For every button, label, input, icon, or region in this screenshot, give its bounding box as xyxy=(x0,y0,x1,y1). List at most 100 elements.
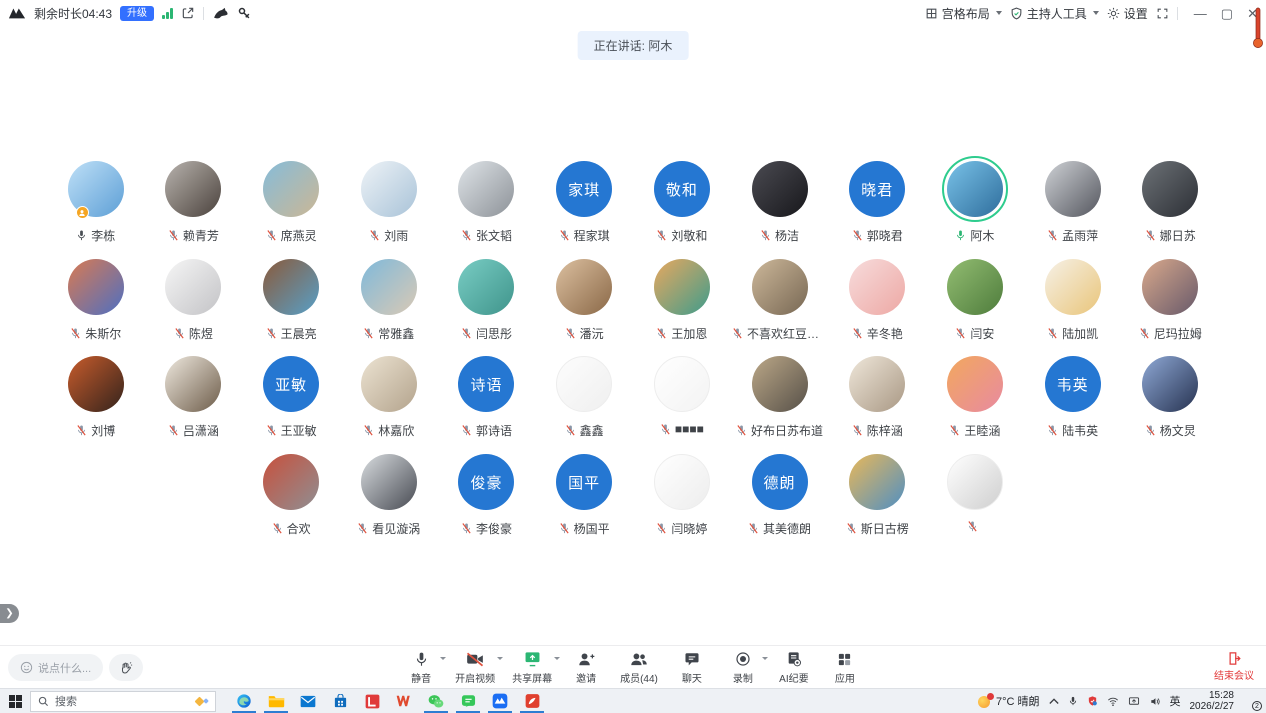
participant-tile[interactable]: 尼玛拉姆 xyxy=(1121,259,1219,357)
host-tools-menu[interactable]: 主持人工具 xyxy=(1010,5,1099,22)
chevron-down-icon[interactable] xyxy=(497,657,503,660)
tray-security-icon[interactable] xyxy=(1087,695,1098,707)
participant-tile[interactable]: 李栋 xyxy=(47,161,145,259)
toolbar-screen-share-button[interactable]: 共享屏幕 xyxy=(512,650,552,685)
chevron-down-icon[interactable] xyxy=(440,657,446,660)
participant-row: 李栋赖青芳席燕灵刘雨张文韬家琪程家琪敬和刘敬和杨洁晓君郭晓君阿木孟雨萍娜日苏 xyxy=(0,161,1266,259)
maximize-button[interactable]: ▢ xyxy=(1221,7,1233,20)
participant-tile[interactable]: 闫晓婷 xyxy=(633,454,731,552)
taskbar-app-wps[interactable] xyxy=(388,689,420,713)
keys-icon[interactable] xyxy=(237,6,252,21)
start-button[interactable] xyxy=(0,689,30,713)
mascot-icon[interactable] xyxy=(212,6,229,21)
fullscreen-icon[interactable] xyxy=(1156,7,1169,20)
participant-tile[interactable]: 席燕灵 xyxy=(242,161,340,259)
participant-tile[interactable]: 杨文炅 xyxy=(1121,356,1219,454)
layout-selector[interactable]: 宫格布局 xyxy=(925,5,1002,22)
participant-tile[interactable]: 晓君郭晓君 xyxy=(828,161,926,259)
chevron-down-icon[interactable] xyxy=(762,657,768,660)
toolbar-mic-button[interactable]: 静音 xyxy=(404,650,438,685)
participant-tile[interactable]: 国平杨国平 xyxy=(535,454,633,552)
taskbar-app-wechat[interactable] xyxy=(420,689,452,713)
participant-name-row: 陆加凯 xyxy=(1047,325,1098,342)
participant-tile[interactable]: 家琪程家琪 xyxy=(535,161,633,259)
network-signal-icon[interactable] xyxy=(162,7,173,19)
toolbar-chat-button[interactable]: 聊天 xyxy=(675,650,709,685)
participant-tile[interactable]: 韦英陆韦英 xyxy=(1024,356,1122,454)
participant-tile[interactable]: 陈梓涵 xyxy=(828,356,926,454)
taskbar-app-store[interactable] xyxy=(324,689,356,713)
weather-widget[interactable]: 7°C 晴朗 xyxy=(978,693,1040,709)
avatar-wrap xyxy=(1045,259,1101,315)
settings-button[interactable]: 设置 xyxy=(1107,5,1148,22)
participant-tile[interactable]: 诗语郭诗语 xyxy=(438,356,536,454)
share-window-icon[interactable] xyxy=(181,6,195,20)
participant-tile[interactable]: 闫安 xyxy=(926,259,1024,357)
toolbar-record-button[interactable]: 录制 xyxy=(726,650,760,685)
tray-mic-icon[interactable] xyxy=(1068,695,1078,707)
participant-tile[interactable]: 合欢 xyxy=(242,454,340,552)
taskbar-app-meeting[interactable] xyxy=(484,689,516,713)
participant-tile[interactable]: 刘博 xyxy=(47,356,145,454)
notification-center-button[interactable]: 2 xyxy=(1243,694,1260,709)
avatar: 亚敏 xyxy=(263,356,319,412)
minimize-button[interactable]: — xyxy=(1194,7,1207,20)
participant-tile[interactable]: 王晨亮 xyxy=(242,259,340,357)
participant-tile[interactable]: 陈煜 xyxy=(145,259,243,357)
taskbar-clock[interactable]: 15:28 2026/2/27 xyxy=(1190,690,1235,712)
participant-tile[interactable]: 孟雨萍 xyxy=(1024,161,1122,259)
input-language-indicator[interactable]: 英 xyxy=(1170,693,1181,709)
participant-tile[interactable]: 王加恩 xyxy=(633,259,731,357)
tray-network-icon[interactable] xyxy=(1107,696,1119,707)
participant-tile[interactable]: 林嘉欣 xyxy=(340,356,438,454)
sidebar-expand-toggle[interactable]: ❯ xyxy=(0,604,19,623)
participant-tile[interactable]: 好布日苏布道 xyxy=(731,356,829,454)
taskbar-app-l-app[interactable] xyxy=(356,689,388,713)
participant-tile[interactable]: 潘沅 xyxy=(535,259,633,357)
toolbar-members-button[interactable]: 成员(44) xyxy=(620,650,658,685)
copilot-sparkle-icon[interactable] xyxy=(196,698,208,705)
taskbar-app-explorer[interactable] xyxy=(260,689,292,713)
upgrade-button[interactable]: 升级 xyxy=(120,6,154,21)
participant-tile[interactable]: 德朗其美德朗 xyxy=(731,454,829,552)
toolbar-camera-off-button[interactable]: 开启视频 xyxy=(455,650,495,685)
participant-tile[interactable]: 杨洁 xyxy=(731,161,829,259)
participant-tile[interactable]: 赖青芳 xyxy=(145,161,243,259)
participant-tile[interactable]: 辛冬艳 xyxy=(828,259,926,357)
participant-tile[interactable]: 张文韬 xyxy=(438,161,536,259)
tray-cast-icon[interactable] xyxy=(1128,696,1140,707)
participant-tile[interactable]: 娜日苏 xyxy=(1121,161,1219,259)
participant-tile[interactable]: 斯日古楞 xyxy=(828,454,926,552)
taskbar-app-edge[interactable] xyxy=(228,689,260,713)
end-meeting-button[interactable]: 结束会议 xyxy=(1214,651,1254,682)
participant-tile[interactable]: 王睦涵 xyxy=(926,356,1024,454)
toolbar-ai-notes-button[interactable]: AI纪要 xyxy=(777,650,811,685)
chevron-down-icon[interactable] xyxy=(554,657,560,660)
tray-expand-icon[interactable] xyxy=(1049,697,1059,705)
participant-tile[interactable]: 看见漩涡 xyxy=(340,454,438,552)
avatar xyxy=(1142,161,1198,217)
participant-tile[interactable]: 俊豪李俊豪 xyxy=(438,454,536,552)
participant-tile[interactable]: 朱斯尔 xyxy=(47,259,145,357)
participant-tile[interactable]: 阿木 xyxy=(926,161,1024,259)
participant-tile[interactable]: 亚敏王亚敏 xyxy=(242,356,340,454)
participant-tile[interactable]: 常雅鑫 xyxy=(340,259,438,357)
taskbar-search-input[interactable]: 搜索 xyxy=(30,691,216,712)
taskbar-app-doc-red[interactable] xyxy=(516,689,548,713)
participant-tile[interactable]: 鑫鑫 xyxy=(535,356,633,454)
participant-tile[interactable]: 敬和刘敬和 xyxy=(633,161,731,259)
participant-tile[interactable]: 刘雨 xyxy=(340,161,438,259)
participant-tile[interactable] xyxy=(926,454,1024,552)
participant-tile[interactable]: 不喜欢红豆的面包... xyxy=(731,259,829,357)
participant-tile[interactable]: 陆加凯 xyxy=(1024,259,1122,357)
participant-tile[interactable]: 闫思彤 xyxy=(438,259,536,357)
toolbar-apps-button[interactable]: 应用 xyxy=(828,650,862,685)
participant-tile[interactable]: 吕潇涵 xyxy=(145,356,243,454)
tray-volume-icon[interactable] xyxy=(1149,696,1161,707)
participant-tile[interactable]: ■■■■ xyxy=(633,356,731,454)
participant-name: ■■■■ xyxy=(675,422,704,436)
gear-icon xyxy=(1107,7,1120,20)
taskbar-app-mail[interactable] xyxy=(292,689,324,713)
toolbar-invite-button[interactable]: 邀请 xyxy=(569,650,603,685)
taskbar-app-chat-app[interactable] xyxy=(452,689,484,713)
